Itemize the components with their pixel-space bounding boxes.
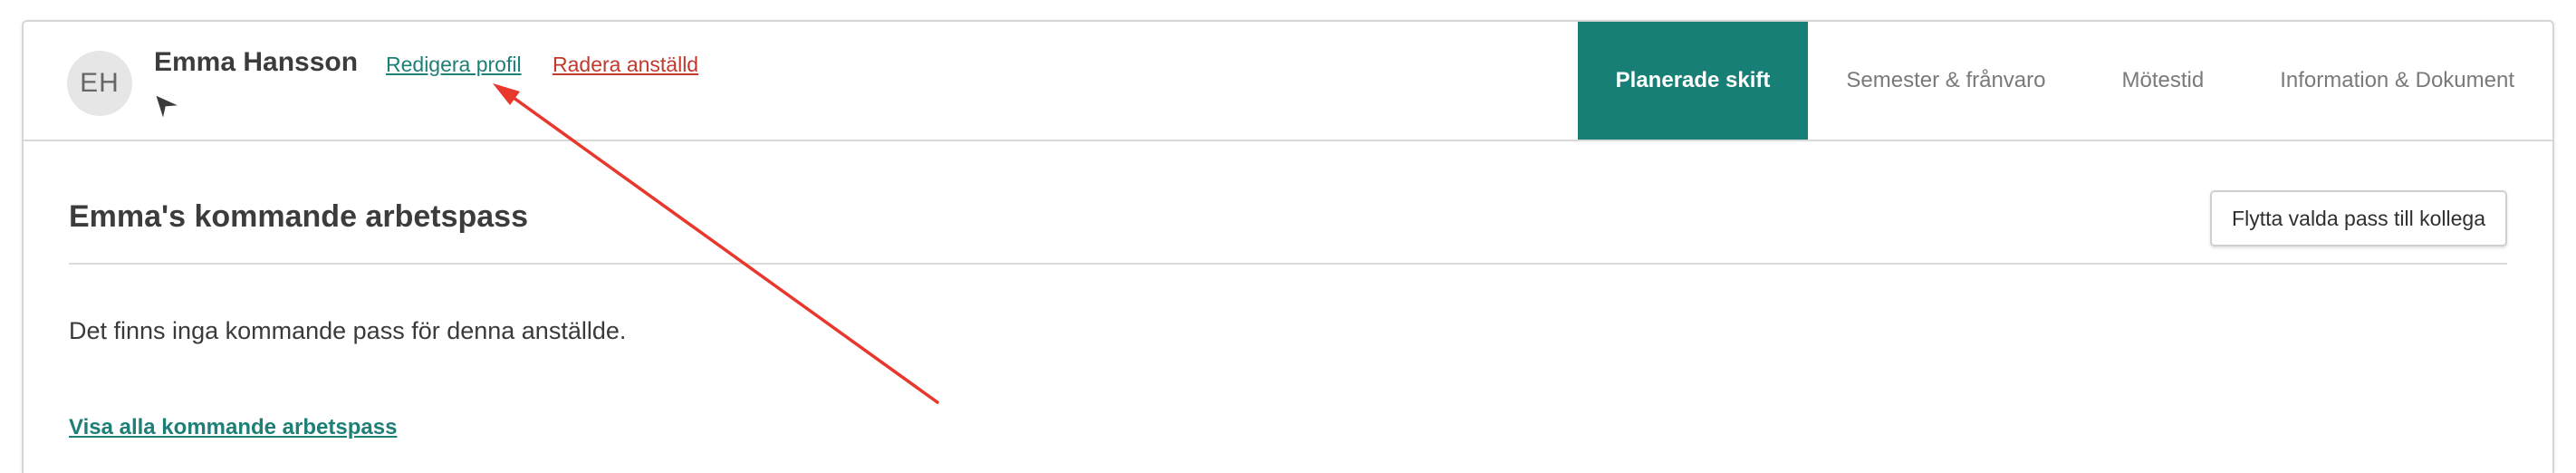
employee-panel: EH Emma Hansson Redigera profil Radera a… bbox=[22, 20, 2554, 473]
send-icon[interactable] bbox=[154, 92, 181, 120]
divider bbox=[69, 263, 2507, 265]
empty-state-message: Det finns inga kommande pass för denna a… bbox=[69, 317, 627, 344]
employee-name: Emma Hansson bbox=[154, 47, 359, 77]
profile-header: EH Emma Hansson Redigera profil Radera a… bbox=[24, 22, 2552, 141]
edit-profile-link[interactable]: Redigera profil bbox=[386, 53, 522, 77]
delete-employee-link[interactable]: Radera anställd bbox=[553, 53, 698, 77]
tab-information-documents[interactable]: Information & Dokument bbox=[2242, 22, 2552, 140]
avatar: EH bbox=[67, 51, 132, 116]
tab-planned-shifts[interactable]: Planerade skift bbox=[1577, 22, 1809, 140]
tab-meeting-time[interactable]: Mötestid bbox=[2084, 22, 2243, 140]
move-shifts-button[interactable]: Flytta valda pass till kollega bbox=[2210, 190, 2507, 246]
tab-bar: Planerade skift Semester & frånvaro Möte… bbox=[1577, 22, 2552, 140]
section-title: Emma's kommande arbetspass bbox=[69, 199, 528, 234]
tab-vacation-absence[interactable]: Semester & frånvaro bbox=[1808, 22, 2083, 140]
show-all-shifts-link[interactable]: Visa alla kommande arbetspass bbox=[69, 415, 397, 440]
